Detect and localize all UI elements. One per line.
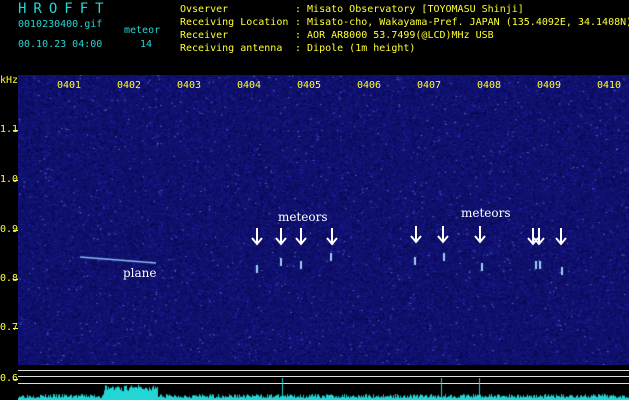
file-name: 0010230400.gif [18,19,103,30]
plane-label: plane [123,266,157,280]
time-label-0408: 0408 [477,80,502,91]
arrow-down-icon [410,226,422,244]
arrow-down-icon [326,228,338,246]
info-label-receiver: Receiver [180,30,229,41]
arrow-down-icon [437,226,449,244]
time-label-0404: 0404 [237,80,262,91]
time-label-0410: 0410 [597,80,622,91]
header-panel: HROFFT 0010230400.gif meteor 00.10.23 04… [0,0,629,75]
meteors-label-left: meteors [278,210,328,224]
signal-level-canvas [18,365,629,400]
meteors-label-right: meteors [461,206,511,220]
info-label-antenna: Receiving antenna [180,43,283,54]
time-label-0409: 0409 [537,80,562,91]
info-label-observer: Ovserver [180,4,229,15]
time-label-0406: 0406 [357,80,382,91]
info-value-observer: : Misato Observatory [TOYOMASU Shinji] [295,4,524,15]
time-label-0402: 0402 [117,80,142,91]
time-label-0407: 0407 [417,80,442,91]
info-value-antenna: : Dipole (1m height) [295,43,416,54]
date-time: 00.10.23 04:00 [18,39,103,50]
arrow-down-icon [474,226,486,244]
meteor-count: 14 [140,39,153,50]
info-label-location: Receiving Location [180,17,289,28]
app-logo: HROFFT [18,1,111,17]
info-value-receiver: : AOR AR8000 53.7499(@LCD)MHz USB [295,30,494,41]
info-value-location: : Misato-cho, Wakayama-Pref. JAPAN (135.… [295,17,629,28]
y-unit-label: kHz [0,75,19,86]
time-label-0403: 0403 [177,80,202,91]
arrow-down-icon [275,228,287,246]
arrow-down-icon [555,228,567,246]
arrow-down-icon [295,228,307,246]
arrow-down-icon [533,228,545,246]
time-label-0405: 0405 [297,80,322,91]
signal-strength-strip [18,365,629,400]
type-label: meteor [124,25,161,36]
arrow-down-icon [251,228,263,246]
time-label-0401: 0401 [57,80,82,91]
